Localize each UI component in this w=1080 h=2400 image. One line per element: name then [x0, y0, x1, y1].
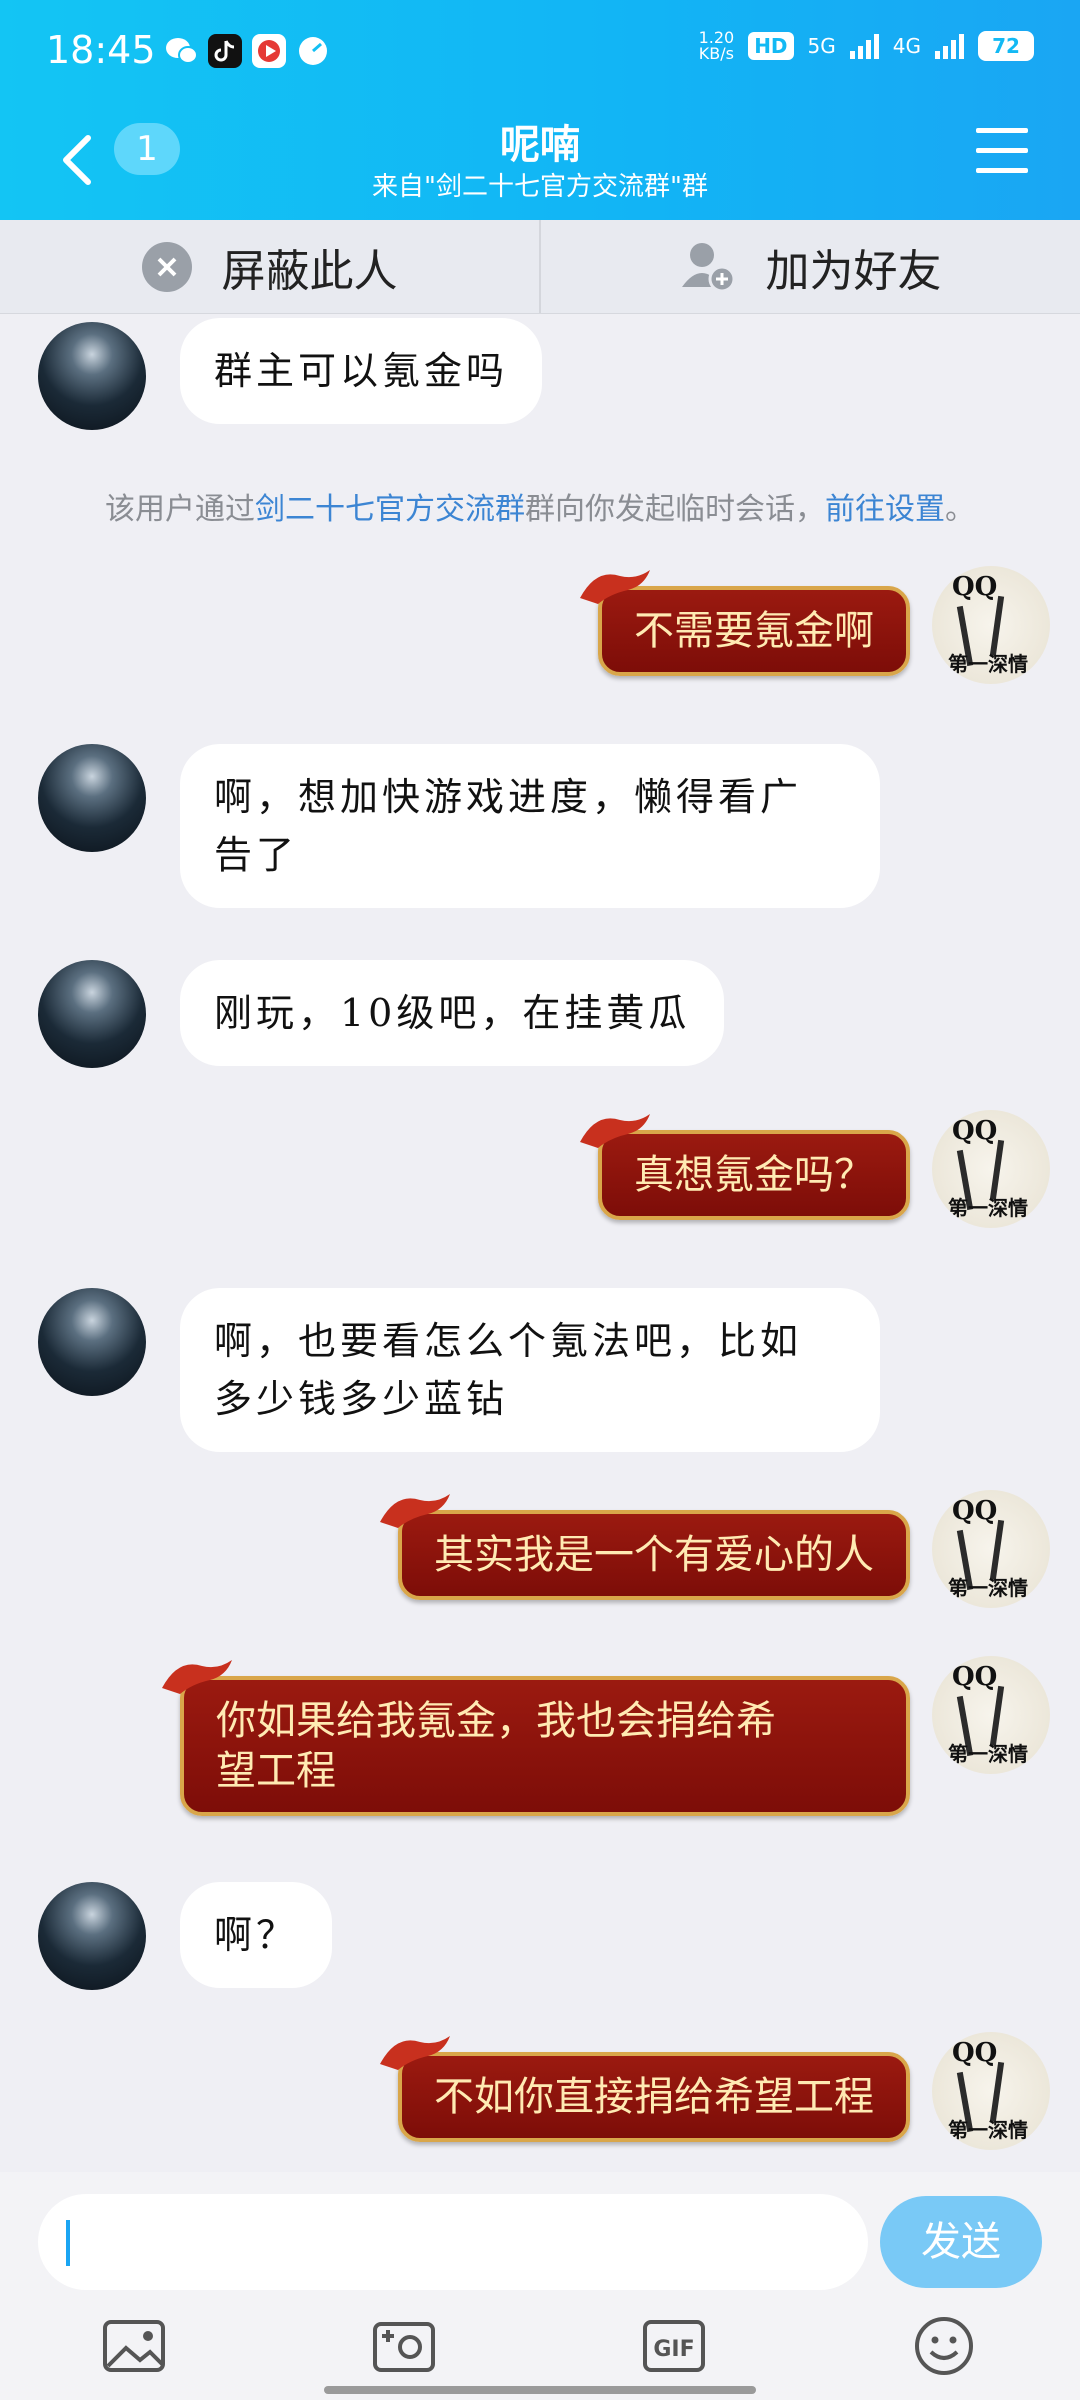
net-speed: 1.20 KB/s: [698, 28, 735, 63]
contact-avatar[interactable]: [38, 744, 146, 852]
message-bubble[interactable]: 刚玩，10级吧，在挂黄瓜: [180, 960, 725, 1066]
message-bubble[interactable]: 你如果给我氪金，我也会捐给希 望工程: [162, 1660, 910, 1816]
add-friend-icon: [681, 242, 735, 292]
status-time: 18:45: [46, 28, 156, 72]
my-avatar[interactable]: QQ 第一深情: [932, 566, 1050, 684]
sim2-label: 4G: [892, 34, 921, 58]
photo-button[interactable]: [102, 2316, 166, 2376]
settings-link[interactable]: 前往设置: [825, 492, 945, 527]
contact-avatar[interactable]: [38, 322, 146, 430]
contact-avatar[interactable]: [38, 1288, 146, 1396]
block-icon: [141, 241, 192, 292]
contact-avatar[interactable]: [38, 960, 146, 1068]
send-button[interactable]: 发送: [880, 2196, 1042, 2288]
message-bubble[interactable]: 啊，想加快游戏进度，懒得看广 告了: [180, 744, 880, 908]
message-input[interactable]: [38, 2194, 868, 2290]
action-bar: 屏蔽此人 加为好友: [0, 220, 1080, 314]
contact-avatar[interactable]: [38, 1882, 146, 1990]
chat-title: 呢喃: [500, 122, 580, 168]
my-avatar[interactable]: QQ 第一深情: [932, 2032, 1050, 2150]
signal-icon-2: [935, 33, 964, 59]
menu-button[interactable]: [976, 128, 1028, 174]
nav-bar: 1 呢喃 来自"剑二十七官方交流群"群: [0, 100, 1080, 220]
block-user-label: 屏蔽此人: [221, 245, 398, 297]
signal-icon: [849, 33, 879, 59]
wechat-notification-icon: [164, 34, 198, 68]
message-bubble[interactable]: 不需要氪金啊: [580, 570, 910, 676]
message-bubble[interactable]: 真想氪金吗？: [580, 1114, 910, 1220]
message-bubble[interactable]: 其实我是一个有爱心的人: [380, 1494, 910, 1600]
emoji-icon: [915, 2317, 973, 2375]
chat-subtitle: 来自"剑二十七官方交流群"群: [372, 172, 708, 202]
message-bubble[interactable]: 啊，也要看怎么个氪法吧，比如 多少钱多少蓝钻: [180, 1288, 880, 1452]
message-bubble[interactable]: 不如你直接捐给希望工程: [380, 2036, 910, 2142]
battery-icon: 72: [978, 31, 1034, 61]
message-bubble[interactable]: 群主可以氪金吗: [180, 318, 543, 424]
input-panel: 发送 GIF: [0, 2172, 1080, 2400]
photo-icon: [103, 2320, 165, 2372]
emoji-button[interactable]: [912, 2316, 976, 2376]
group-link[interactable]: 剑二十七官方交流群: [255, 492, 525, 527]
speed-app-notification-icon: [296, 34, 330, 68]
dragon-decoration-icon: [580, 1114, 650, 1148]
text-cursor: [66, 2220, 70, 2266]
status-bar: 18:45 1.20 KB/s HD 5G 4G 72: [0, 0, 1080, 100]
gif-button[interactable]: GIF: [642, 2316, 706, 2376]
add-friend-button[interactable]: 加为好友: [539, 220, 1080, 313]
hamburger-icon: [976, 128, 1028, 133]
dragon-decoration-icon: [380, 2036, 450, 2070]
camera-button[interactable]: [372, 2316, 436, 2376]
chat-header: 18:45 1.20 KB/s HD 5G 4G 72 1 呢喃 来自"剑二十七…: [0, 0, 1080, 220]
dragon-decoration-icon: [580, 570, 650, 604]
home-indicator[interactable]: [324, 2386, 756, 2394]
gif-icon: GIF: [643, 2320, 705, 2372]
my-avatar[interactable]: QQ 第一深情: [932, 1490, 1050, 1608]
temp-session-notice: 该用户通过剑二十七官方交流群群向你发起临时会话，前往设置。: [105, 492, 975, 527]
my-avatar[interactable]: QQ 第一深情: [932, 1110, 1050, 1228]
dragon-decoration-icon: [380, 1494, 450, 1528]
video-app-notification-icon: [252, 34, 286, 68]
camera-icon: [373, 2322, 435, 2372]
block-user-button[interactable]: 屏蔽此人: [0, 220, 539, 313]
message-bubble[interactable]: 啊？: [180, 1882, 333, 1988]
add-friend-label: 加为好友: [765, 245, 942, 297]
hd-voice-icon: HD: [748, 32, 794, 60]
svg-text:GIF: GIF: [653, 2337, 694, 2362]
status-right-cluster: 1.20 KB/s HD 5G 4G 72: [699, 30, 1034, 62]
tiktok-notification-icon: [208, 34, 242, 68]
dragon-decoration-icon: [162, 1660, 232, 1694]
sim1-label: 5G: [807, 34, 836, 58]
my-avatar[interactable]: QQ 第一深情: [932, 1656, 1050, 1774]
